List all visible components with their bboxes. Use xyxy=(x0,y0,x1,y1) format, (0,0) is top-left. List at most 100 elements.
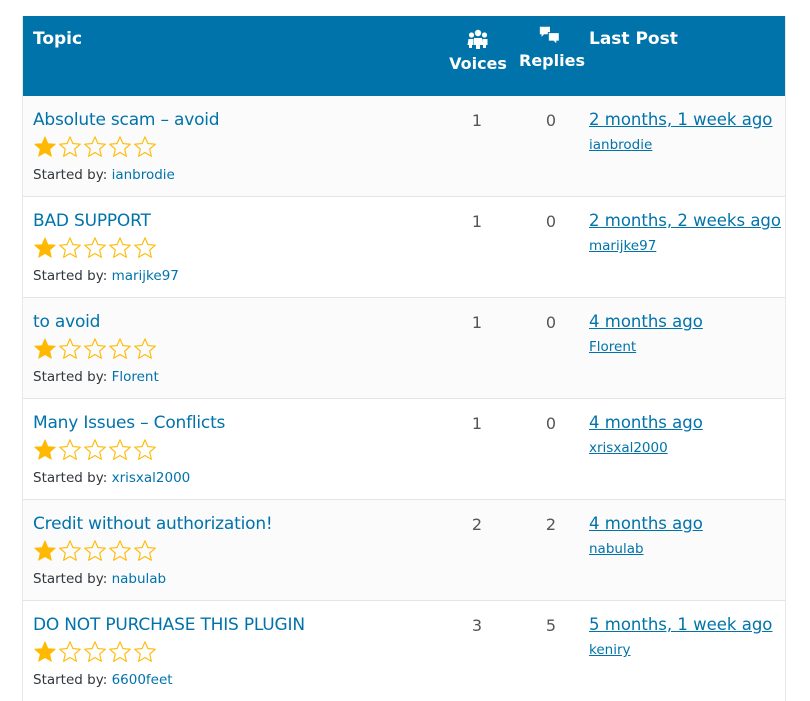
started-by: Started by: Florent xyxy=(33,369,159,385)
star-empty-icon xyxy=(84,237,106,258)
star-filled-icon xyxy=(34,641,56,662)
topic-title-link[interactable]: Credit without authorization! xyxy=(33,514,273,534)
voices-count: 1 xyxy=(471,111,483,130)
topic-title-link[interactable]: Many Issues – Conflicts xyxy=(33,413,225,433)
last-post-author-link[interactable]: marijke97 xyxy=(589,238,656,254)
star-rating xyxy=(33,640,157,664)
last-post-author-link[interactable]: xrisxal2000 xyxy=(589,440,668,456)
last-post-author-link[interactable]: ianbrodie xyxy=(589,137,652,153)
star-empty-icon xyxy=(84,136,106,157)
started-by: Started by: marijke97 xyxy=(33,268,179,284)
topics-table: Topic Voices Replies Last Post Absolute … xyxy=(22,16,786,701)
last-post-link[interactable]: 5 months, 1 week ago xyxy=(589,615,772,634)
star-empty-icon xyxy=(134,641,156,662)
header-topic: Topic xyxy=(33,29,83,49)
star-rating xyxy=(33,539,157,563)
header-replies-label: Replies xyxy=(519,51,585,70)
started-by-label: Started by: xyxy=(33,167,108,183)
topic-row: Many Issues – Conflicts Started by: xris… xyxy=(23,398,785,499)
star-rating xyxy=(33,135,157,159)
topic-row: to avoid Started by: Florent 1 0 4 month… xyxy=(23,297,785,398)
star-empty-icon xyxy=(109,136,131,157)
started-by-label: Started by: xyxy=(33,369,108,385)
star-empty-icon xyxy=(134,237,156,258)
group-icon xyxy=(467,29,488,49)
speech-bubbles-icon xyxy=(539,26,560,46)
header-voices: Voices xyxy=(448,28,508,73)
last-post-link[interactable]: 4 months ago xyxy=(589,312,703,331)
voices-count: 1 xyxy=(471,212,483,231)
star-empty-icon xyxy=(134,338,156,359)
last-post-link[interactable]: 2 months, 2 weeks ago xyxy=(589,211,781,230)
topic-title-link[interactable]: BAD SUPPORT xyxy=(33,211,151,231)
replies-count: 5 xyxy=(545,616,557,635)
star-rating xyxy=(33,438,157,462)
started-by-author-link[interactable]: nabulab xyxy=(112,571,167,587)
started-by-author-link[interactable]: 6600feet xyxy=(112,672,173,688)
star-empty-icon xyxy=(59,136,81,157)
table-header: Topic Voices Replies Last Post xyxy=(23,16,785,96)
started-by: Started by: nabulab xyxy=(33,571,166,587)
topic-title-link[interactable]: Absolute scam – avoid xyxy=(33,110,220,130)
started-by-label: Started by: xyxy=(33,571,108,587)
header-replies: Replies xyxy=(519,25,585,70)
voices-count: 1 xyxy=(471,313,483,332)
star-empty-icon xyxy=(59,641,81,662)
started-by: Started by: 6600feet xyxy=(33,672,173,688)
started-by-author-link[interactable]: marijke97 xyxy=(112,268,179,284)
header-last-post: Last Post xyxy=(589,29,678,49)
topic-row: Absolute scam – avoid Started by: ianbro… xyxy=(23,96,785,196)
star-rating xyxy=(33,337,157,361)
started-by-label: Started by: xyxy=(33,470,108,486)
star-empty-icon xyxy=(109,237,131,258)
started-by: Started by: xrisxal2000 xyxy=(33,470,190,486)
star-empty-icon xyxy=(134,136,156,157)
star-empty-icon xyxy=(109,540,131,561)
last-post-link[interactable]: 4 months ago xyxy=(589,413,703,432)
star-empty-icon xyxy=(134,439,156,460)
started-by-author-link[interactable]: Florent xyxy=(112,369,159,385)
voices-count: 3 xyxy=(471,616,483,635)
last-post-author-link[interactable]: Florent xyxy=(589,339,636,355)
star-empty-icon xyxy=(59,237,81,258)
last-post-link[interactable]: 4 months ago xyxy=(589,514,703,533)
star-empty-icon xyxy=(84,641,106,662)
replies-count: 0 xyxy=(545,111,557,130)
replies-count: 0 xyxy=(545,212,557,231)
topic-row: BAD SUPPORT Started by: marijke97 1 0 2 … xyxy=(23,196,785,297)
started-by-author-link[interactable]: xrisxal2000 xyxy=(112,470,191,486)
topic-title-link[interactable]: to avoid xyxy=(33,312,100,332)
started-by-label: Started by: xyxy=(33,672,108,688)
replies-count: 2 xyxy=(545,515,557,534)
topic-row: Credit without authorization! Started by… xyxy=(23,499,785,600)
star-empty-icon xyxy=(84,439,106,460)
star-empty-icon xyxy=(59,439,81,460)
star-filled-icon xyxy=(34,540,56,561)
started-by-label: Started by: xyxy=(33,268,108,284)
star-empty-icon xyxy=(59,540,81,561)
last-post-link[interactable]: 2 months, 1 week ago xyxy=(589,110,772,129)
header-voices-label: Voices xyxy=(449,54,507,73)
topic-row: DO NOT PURCHASE THIS PLUGIN Started by: … xyxy=(23,600,785,701)
star-empty-icon xyxy=(109,439,131,460)
voices-count: 2 xyxy=(471,515,483,534)
star-rating xyxy=(33,236,157,260)
star-empty-icon xyxy=(84,338,106,359)
star-empty-icon xyxy=(109,338,131,359)
voices-count: 1 xyxy=(471,414,483,433)
started-by: Started by: ianbrodie xyxy=(33,167,175,183)
star-filled-icon xyxy=(34,237,56,258)
last-post-author-link[interactable]: nabulab xyxy=(589,541,644,557)
star-empty-icon xyxy=(84,540,106,561)
last-post-author-link[interactable]: keniry xyxy=(589,642,631,658)
topic-title-link[interactable]: DO NOT PURCHASE THIS PLUGIN xyxy=(33,615,305,635)
star-empty-icon xyxy=(134,540,156,561)
started-by-author-link[interactable]: ianbrodie xyxy=(112,167,175,183)
star-empty-icon xyxy=(109,641,131,662)
star-filled-icon xyxy=(34,136,56,157)
star-filled-icon xyxy=(34,439,56,460)
star-empty-icon xyxy=(59,338,81,359)
replies-count: 0 xyxy=(545,414,557,433)
star-filled-icon xyxy=(34,338,56,359)
replies-count: 0 xyxy=(545,313,557,332)
